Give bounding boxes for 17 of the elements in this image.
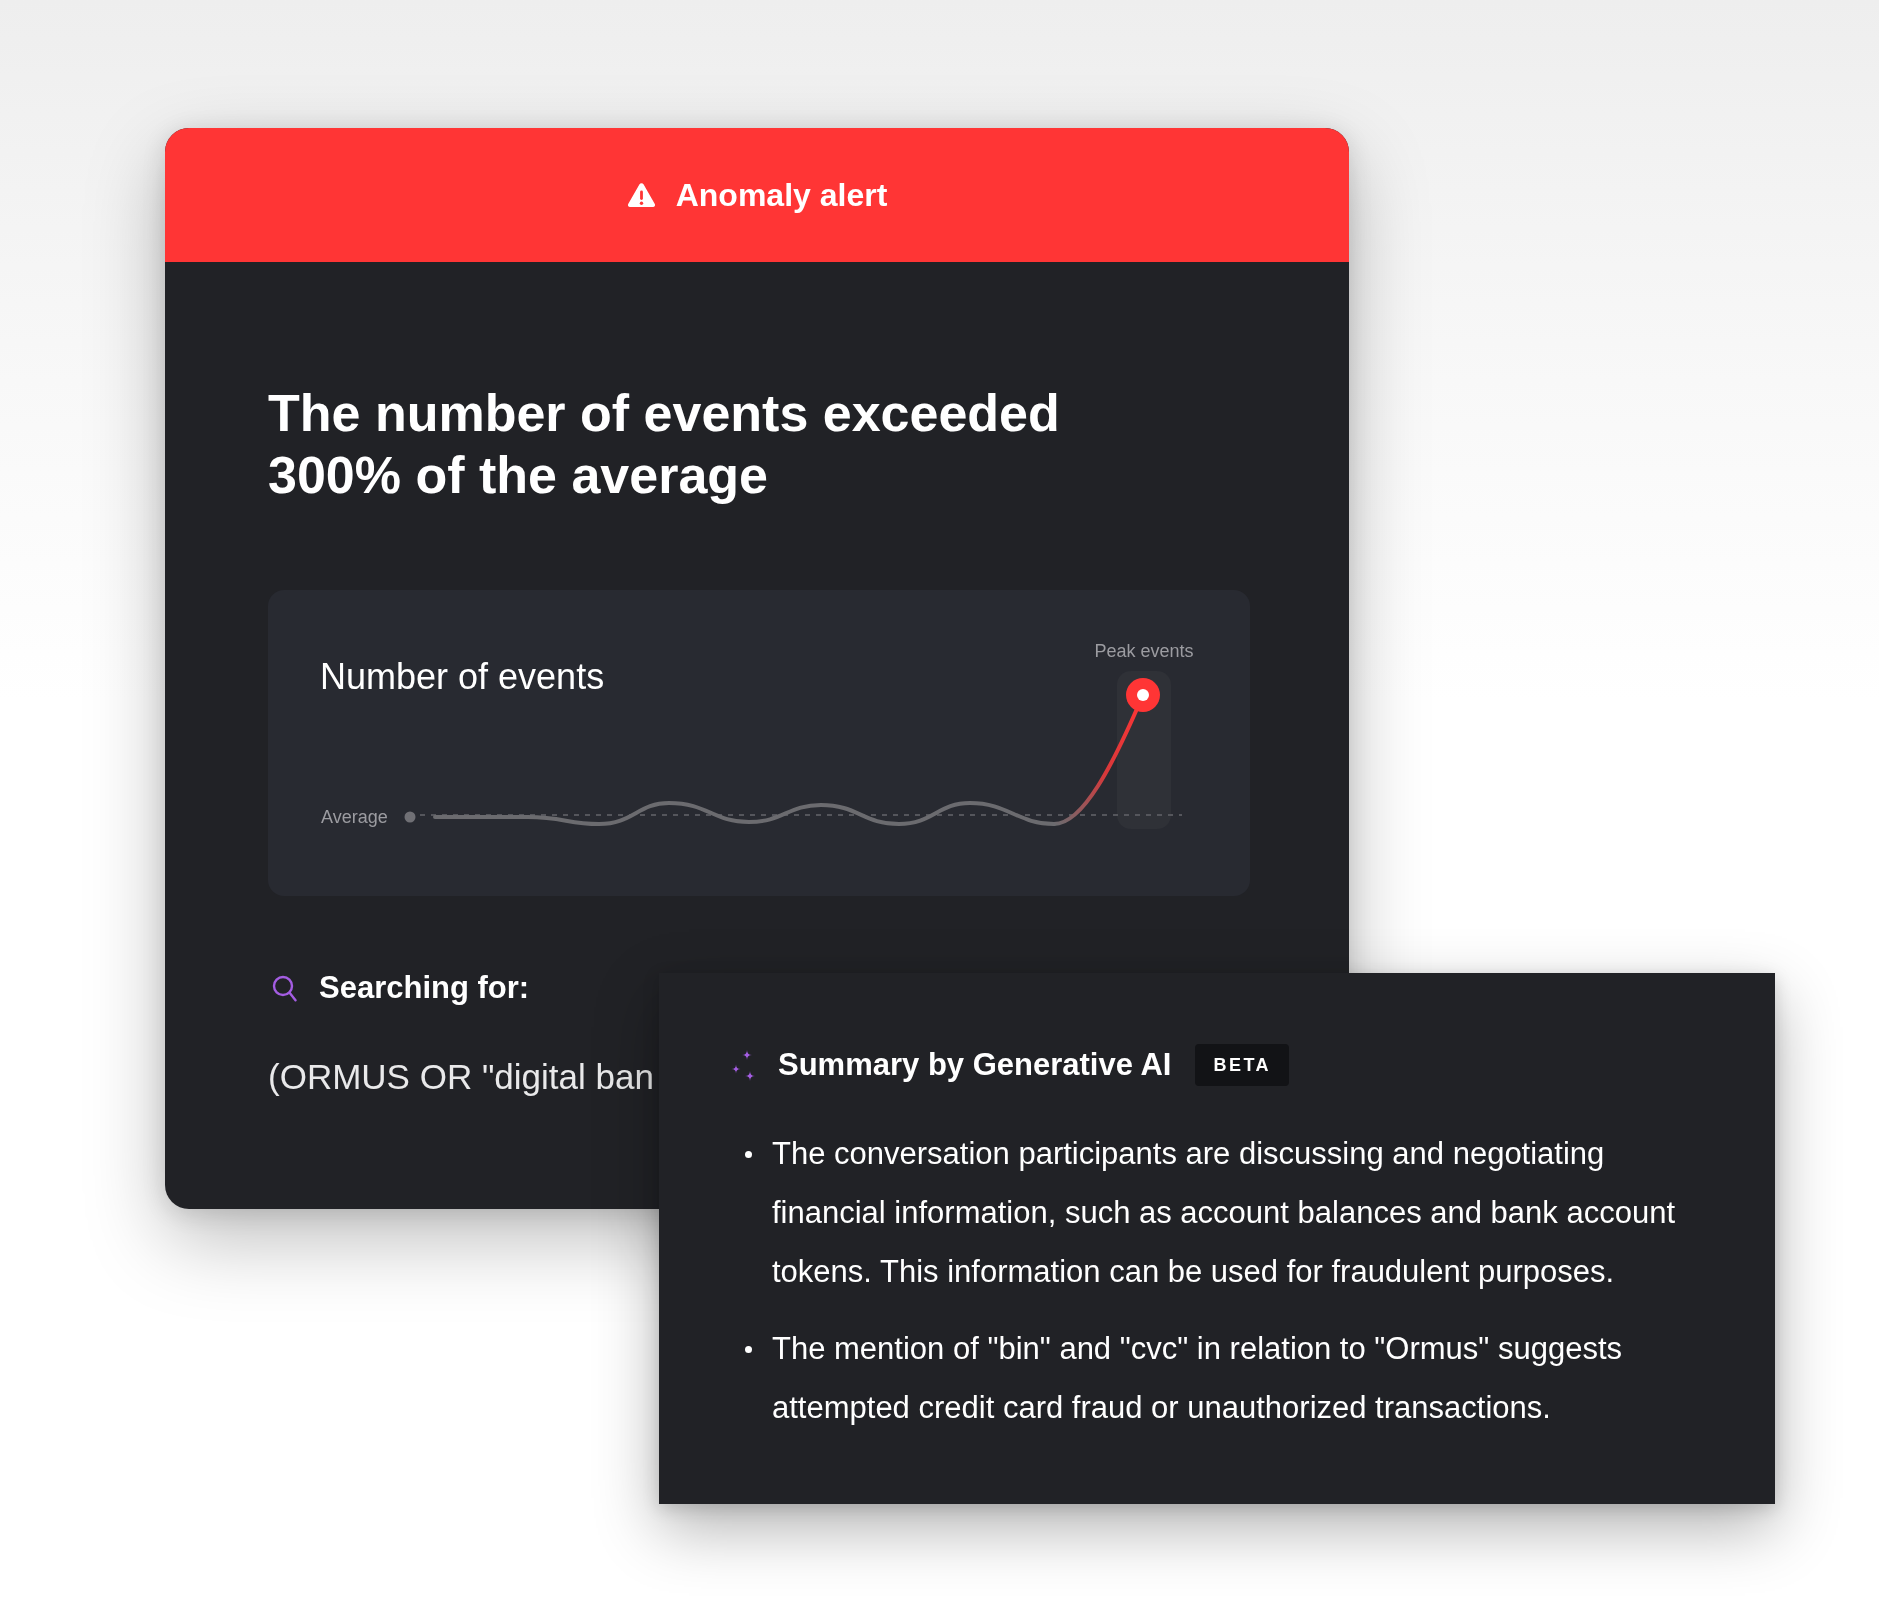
search-icon [272,974,297,1002]
search-label: Searching for: [319,969,530,1007]
headline: The number of events exceeded 300% of the average [268,383,1061,506]
beta-badge: BETA [1195,1044,1290,1086]
summary-title: Summary by Generative AI [778,1046,1172,1084]
alert-title: Anomaly alert [675,176,888,214]
peak-label: Peak events [1094,641,1194,661]
bullet-icon [745,1346,752,1353]
warning-icon [626,182,656,208]
average-label: Average [321,807,388,827]
chart-title: Number of events [320,655,605,699]
bullet-text: The conversation participants are discussing and negotiating financial information, such as account balances and bank account tokens. This information can be used for fraudulent purposes. [772,1135,1676,1291]
peak-marker-icon [1126,678,1160,712]
bullet-icon [745,1151,752,1158]
average-dot-icon [404,811,416,823]
bullet-text: The mention of "bin" and "cvc" in relation to "Ormus" suggests attempted credit card fraud or unauthorized transactions. [772,1330,1624,1427]
search-query: (ORMUS OR "digital ban [268,1056,654,1098]
